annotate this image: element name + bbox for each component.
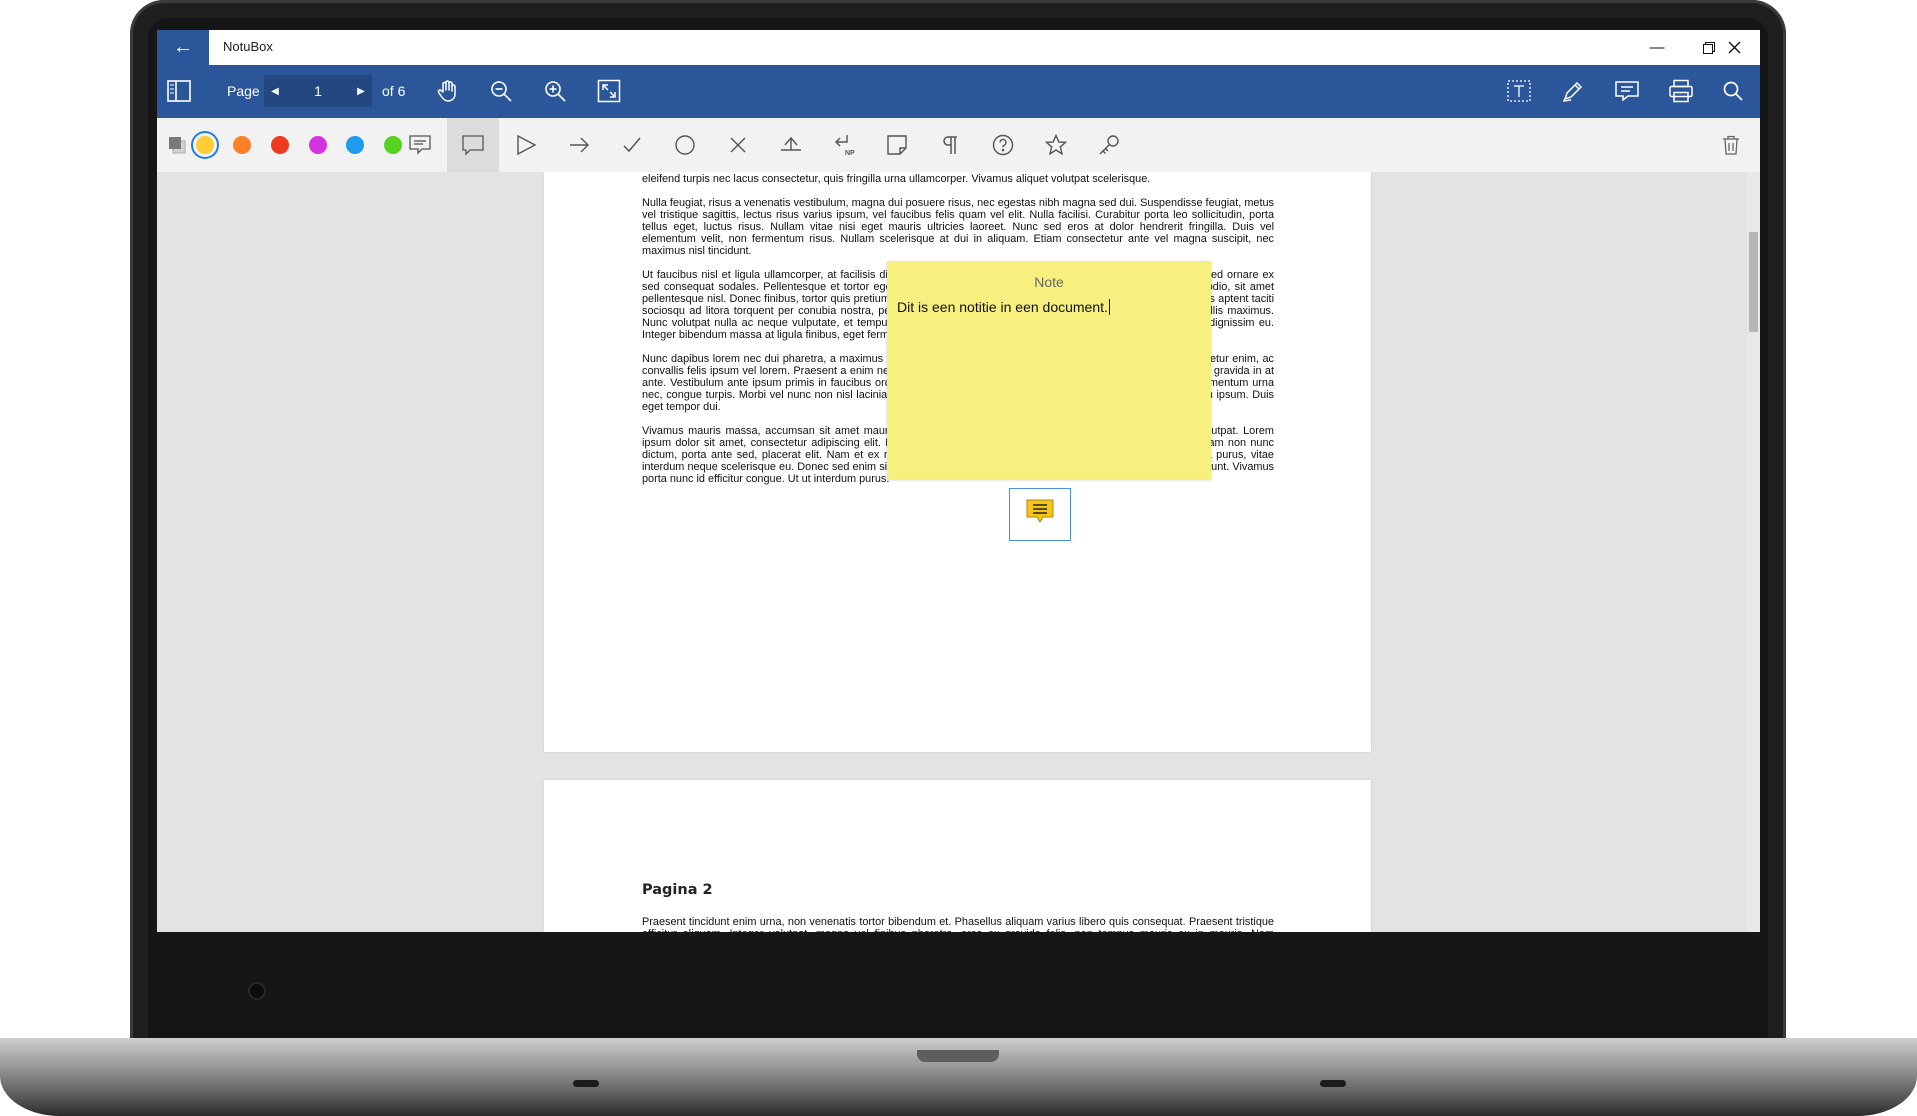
page-number-input[interactable]: 1 xyxy=(286,75,350,107)
note-tool-button[interactable] xyxy=(447,118,499,172)
paragraph: Nulla feugiat, risus a venenatis vestibu… xyxy=(642,197,1274,257)
cross-tool-button[interactable] xyxy=(712,118,764,172)
laptop-foot xyxy=(573,1080,599,1087)
hand-icon xyxy=(437,80,456,102)
search-icon xyxy=(1723,81,1743,101)
fit-page-button[interactable] xyxy=(593,75,625,107)
back-button[interactable]: ← xyxy=(157,30,209,65)
pan-tool-button[interactable] xyxy=(431,75,463,107)
color-swatch-magenta[interactable] xyxy=(309,136,327,154)
title-bar: ← NotuBox — xyxy=(157,30,1760,65)
page-heading: Pagina 2 xyxy=(642,882,713,898)
minimize-icon: — xyxy=(1649,39,1665,56)
svg-text:NP: NP xyxy=(845,150,855,157)
note-title: Note xyxy=(1034,274,1064,290)
key-icon xyxy=(1099,135,1119,155)
pilcrow-icon xyxy=(943,136,957,154)
document-page-2: Pagina 2 Praesent tincidunt enim urna, n… xyxy=(544,780,1371,932)
sidebar-icon xyxy=(167,80,191,102)
comment-style-button[interactable] xyxy=(394,118,446,172)
star-tool-button[interactable] xyxy=(1030,118,1082,172)
help-tool-button[interactable] xyxy=(977,118,1029,172)
print-button[interactable] xyxy=(1665,75,1697,107)
note-popup[interactable]: Note Dit is een notitie in een document. xyxy=(887,261,1211,479)
app-title: NotuBox xyxy=(223,39,273,54)
search-button[interactable] xyxy=(1717,75,1749,107)
color-swatch-orange[interactable] xyxy=(233,136,251,154)
page-total: of 6 xyxy=(382,83,406,99)
color-swatch-blue[interactable] xyxy=(346,136,364,154)
text-select-icon xyxy=(1507,80,1531,102)
triangle-tool-button[interactable] xyxy=(500,118,552,172)
insert-caret-icon xyxy=(781,136,801,151)
text-caret xyxy=(1108,299,1110,315)
circle-icon xyxy=(675,135,695,155)
delete-annotation-button[interactable] xyxy=(1705,118,1757,172)
star-icon xyxy=(1044,134,1068,156)
printer-icon xyxy=(1669,79,1693,103)
arrow-right-icon xyxy=(570,137,589,153)
note-marker-icon xyxy=(1026,499,1054,523)
paragraph: eleifend turpis nec lacus consectetur, q… xyxy=(642,173,1151,185)
new-paragraph-tool-button[interactable]: NP xyxy=(818,118,870,172)
page-label: Page xyxy=(227,83,260,99)
speech-bubble-icon xyxy=(462,135,484,156)
play-triangle-icon xyxy=(517,134,537,156)
layers-icon xyxy=(169,137,186,154)
previous-page-button[interactable]: ◀ xyxy=(264,75,286,107)
text-select-button[interactable] xyxy=(1503,75,1535,107)
triangle-left-icon: ◀ xyxy=(271,85,279,97)
question-icon xyxy=(992,134,1014,156)
comment-outline-icon xyxy=(409,135,431,155)
laptop-notch xyxy=(917,1050,999,1062)
paragraph-tool-button[interactable] xyxy=(924,118,976,172)
page-navigator: ◀ 1 ▶ xyxy=(264,75,372,107)
minimize-button[interactable]: — xyxy=(1631,30,1683,65)
note-text-input[interactable]: Dit is een notitie in een document. xyxy=(897,299,1110,315)
fill-color-button[interactable] xyxy=(167,135,187,155)
scrollbar-thumb[interactable] xyxy=(1749,232,1758,332)
webcam xyxy=(248,982,266,1000)
trash-icon xyxy=(1723,135,1739,155)
sidebar-toggle-button[interactable] xyxy=(163,75,195,107)
annotation-toolbar: NP xyxy=(157,118,1760,173)
checkmark-tool-button[interactable] xyxy=(606,118,658,172)
circle-tool-button[interactable] xyxy=(659,118,711,172)
zoom-out-icon xyxy=(491,81,512,102)
zoom-out-button[interactable] xyxy=(485,75,517,107)
arrow-left-icon: ← xyxy=(173,36,193,58)
sticky-note-tool-button[interactable] xyxy=(871,118,923,172)
new-paragraph-icon: NP xyxy=(835,135,855,157)
pen-icon xyxy=(1562,81,1583,102)
cross-icon xyxy=(730,137,746,153)
triangle-right-icon: ▶ xyxy=(357,85,365,97)
insert-text-tool-button[interactable] xyxy=(765,118,817,172)
sticky-note-icon xyxy=(887,135,907,155)
vertical-scrollbar[interactable] xyxy=(1747,172,1760,932)
arrow-tool-button[interactable] xyxy=(553,118,605,172)
note-annotation-marker[interactable] xyxy=(1026,499,1054,523)
zoom-in-icon xyxy=(545,81,566,102)
main-toolbar: Page ◀ 1 ▶ of 6 xyxy=(157,65,1760,118)
color-swatch-yellow[interactable] xyxy=(196,136,214,154)
note-text: Dit is een notitie in een document. xyxy=(897,299,1108,315)
color-swatch-red[interactable] xyxy=(271,136,289,154)
signature-button[interactable] xyxy=(1557,75,1589,107)
app-window: ← NotuBox — Page ◀ 1 ▶ of 6 NP eleifend … xyxy=(157,30,1760,932)
key-tool-button[interactable] xyxy=(1083,118,1135,172)
comment-icon xyxy=(1615,81,1639,102)
next-page-button[interactable]: ▶ xyxy=(350,75,372,107)
expand-icon xyxy=(597,79,621,103)
close-icon xyxy=(1728,41,1740,54)
laptop-foot xyxy=(1320,1080,1346,1087)
zoom-in-button[interactable] xyxy=(539,75,571,107)
checkmark-icon xyxy=(623,137,641,153)
close-button[interactable] xyxy=(1708,30,1760,65)
paragraph: Praesent tincidunt enim urna, non venena… xyxy=(642,916,1274,932)
comments-button[interactable] xyxy=(1611,75,1643,107)
